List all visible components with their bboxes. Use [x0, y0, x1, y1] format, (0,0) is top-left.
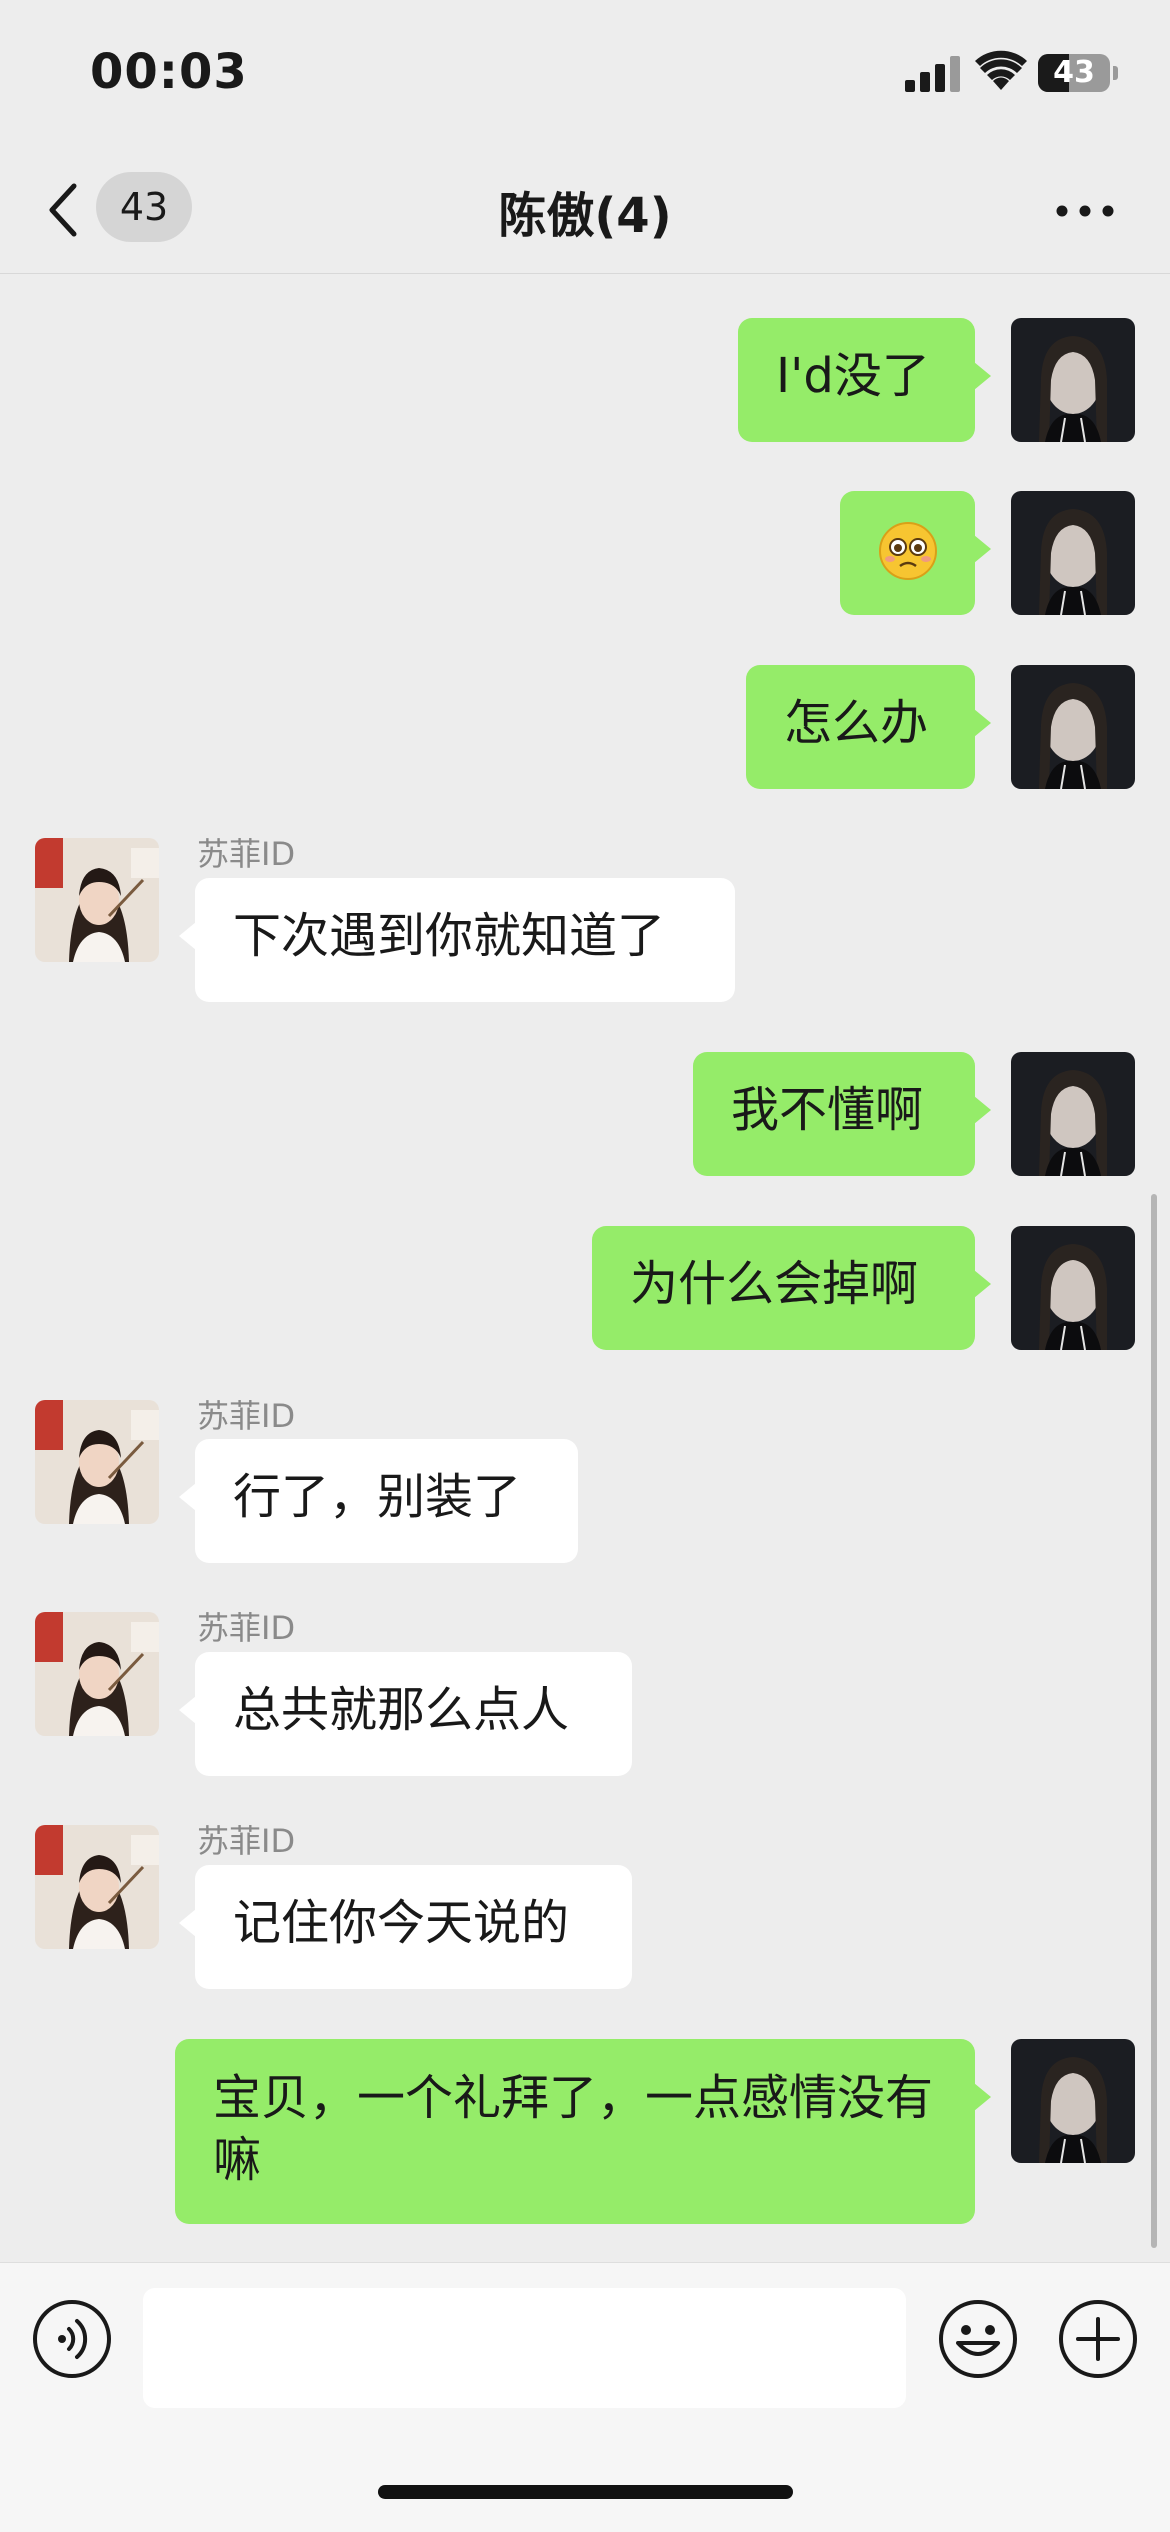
sender-name: 苏菲ID: [197, 1609, 296, 1647]
message-text: 宝贝，一个礼拜了，一点感情没有嘛: [213, 2070, 934, 2188]
plus-icon[interactable]: [1058, 2299, 1138, 2379]
message-text: 为什么会掉啊: [630, 1256, 919, 1312]
message-bubble-received[interactable]: 行了，别装了: [179, 1439, 578, 1563]
chat-header: 43 陈傲(4): [0, 150, 1170, 274]
sender-name: 苏菲ID: [197, 835, 296, 873]
my-avatar[interactable]: [1011, 491, 1135, 615]
sender-name: 苏菲ID: [197, 1397, 296, 1435]
emoji-icon[interactable]: [938, 2299, 1018, 2379]
my-avatar[interactable]: [1011, 318, 1135, 442]
message-list[interactable]: I'd没了 🥺: [0, 275, 1170, 2260]
chat-title: 陈傲(4): [498, 188, 672, 244]
more-dots-icon[interactable]: [1055, 204, 1115, 218]
message-bubble-sent[interactable]: I'd没了: [738, 318, 991, 442]
my-avatar[interactable]: [1011, 2039, 1135, 2163]
message-text: 怎么办: [784, 695, 929, 751]
sender-name: 苏菲ID: [197, 1822, 296, 1860]
message-bubble-sent[interactable]: 🥺: [840, 491, 991, 615]
contact-avatar[interactable]: [35, 1612, 159, 1736]
battery-level: 43: [1053, 55, 1095, 90]
message-bubble-sent[interactable]: 怎么办: [746, 665, 991, 789]
status-time: 00:03: [90, 44, 248, 100]
message-bubble-received[interactable]: 下次遇到你就知道了: [179, 878, 735, 1002]
my-avatar[interactable]: [1011, 665, 1135, 789]
status-bar: 00:03 43: [0, 0, 1170, 150]
message-bubble-sent[interactable]: 我不懂啊: [693, 1052, 991, 1176]
message-bubble-sent[interactable]: 为什么会掉啊: [592, 1226, 991, 1350]
wifi-icon: [975, 50, 1027, 90]
my-avatar[interactable]: [1011, 1226, 1135, 1350]
pleading-face-emoji-icon: [879, 522, 937, 580]
message-bubble-received[interactable]: 总共就那么点人: [179, 1652, 632, 1776]
message-text: I'd没了: [776, 348, 930, 404]
message-bubble-received[interactable]: 记住你今天说的: [179, 1865, 632, 1989]
scrollbar[interactable]: [1151, 1194, 1157, 2248]
message-text: 行了，别装了: [233, 1469, 522, 1525]
my-avatar[interactable]: [1011, 1052, 1135, 1176]
contact-avatar[interactable]: [35, 1400, 159, 1524]
message-text: 我不懂啊: [731, 1082, 924, 1138]
home-indicator[interactable]: [378, 2485, 793, 2499]
battery-icon: 43: [1038, 54, 1110, 92]
message-text: 记住你今天说的: [233, 1895, 570, 1951]
message-input[interactable]: [143, 2288, 906, 2408]
message-bubble-sent[interactable]: 宝贝，一个礼拜了，一点感情没有嘛: [175, 2039, 991, 2224]
voice-icon[interactable]: [32, 2299, 112, 2379]
message-text: 总共就那么点人: [233, 1682, 570, 1738]
message-text: 下次遇到你就知道了: [233, 908, 666, 964]
cellular-signal-icon: [905, 56, 960, 92]
contact-avatar[interactable]: [35, 838, 159, 962]
contact-avatar[interactable]: [35, 1825, 159, 1949]
